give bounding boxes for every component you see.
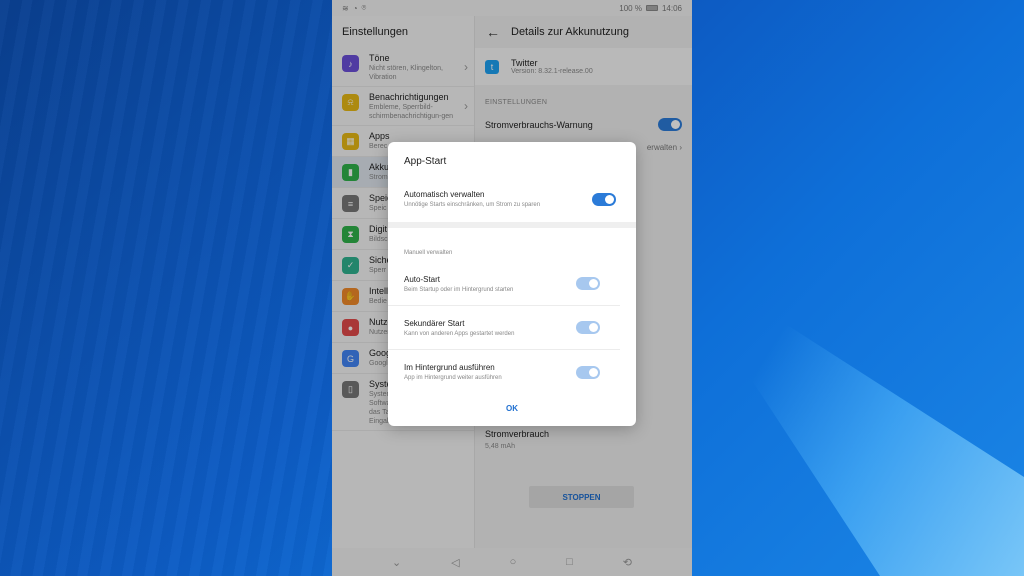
option-title: Auto-Start (404, 274, 441, 284)
auto-manage-toggle[interactable] (592, 192, 616, 206)
option-title: Im Hintergrund ausführen (404, 363, 495, 372)
option-subtitle: App im Hintergrund weiter ausführen (404, 375, 502, 381)
auto-manage-subtitle: Unnötige Starts einschränken, um Strom z… (404, 202, 541, 208)
option-toggle[interactable] (576, 321, 600, 334)
dialog-title: App-Start (404, 156, 447, 167)
app-start-dialog: App-Start Automatisch verwalten Unnötige… (388, 142, 636, 426)
option-subtitle: Kann von anderen Apps gestartet werden (404, 330, 515, 337)
manual-option-row[interactable]: Im Hintergrund ausführen App im Hintergru… (388, 350, 620, 394)
manual-option-row[interactable]: Auto-Start Beim Startup oder im Hintergru… (388, 262, 620, 306)
wallpaper (0, 0, 332, 576)
ok-button[interactable]: OK (388, 390, 636, 426)
option-toggle[interactable] (576, 365, 600, 379)
manual-options: Auto-Start Beim Startup oder im Hintergru… (388, 262, 636, 394)
option-toggle[interactable] (576, 277, 600, 290)
manual-section-label: Manuell verwalten (404, 250, 453, 256)
auto-manage-row[interactable]: Automatisch verwalten Unnötige Starts ei… (388, 178, 636, 220)
option-subtitle: Beim Startup oder im Hintergrund starten (404, 286, 514, 293)
wallpaper-light (664, 246, 1024, 576)
manual-option-row[interactable]: Sekundärer Start Kann von anderen Apps ge… (388, 306, 620, 350)
auto-manage-label: Automatisch verwalten (404, 190, 485, 199)
option-title: Sekundärer Start (404, 318, 465, 328)
